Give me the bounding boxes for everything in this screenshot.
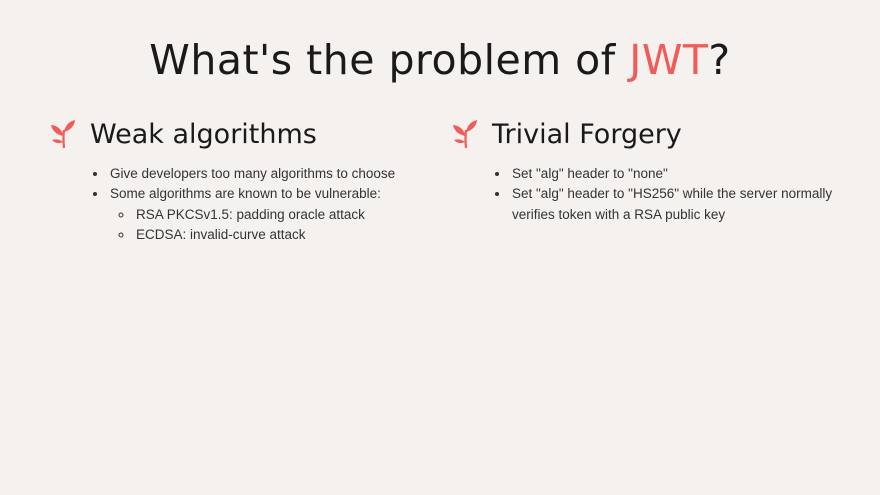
sub-list-item: RSA PKCSv1.5: padding oracle attack: [134, 205, 410, 225]
section-heading: Weak algorithms: [90, 118, 317, 150]
weak-algorithms-section: Weak algorithms Give developers too many…: [50, 118, 410, 245]
title-accent: JWT: [629, 36, 709, 84]
slide-title: What's the problem of JWT?: [0, 36, 880, 84]
trivial-forgery-section: Trivial Forgery Set "alg" header to "non…: [452, 118, 842, 225]
sub-list-item: ECDSA: invalid-curve attack: [134, 225, 410, 245]
sprout-icon: [453, 120, 477, 149]
title-suffix: ?: [708, 36, 731, 84]
list-item-text: Some algorithms are known to be vulnerab…: [110, 186, 381, 202]
list-item: Set "alg" header to "none": [510, 164, 842, 184]
title-text: What's the problem of: [149, 36, 630, 84]
sprout-icon: [51, 120, 75, 149]
list-item: Set "alg" header to "HS256" while the se…: [510, 184, 842, 225]
list-item: Some algorithms are known to be vulnerab…: [108, 184, 410, 245]
list-item: Give developers too many algorithms to c…: [108, 164, 410, 184]
section-heading: Trivial Forgery: [492, 118, 682, 150]
